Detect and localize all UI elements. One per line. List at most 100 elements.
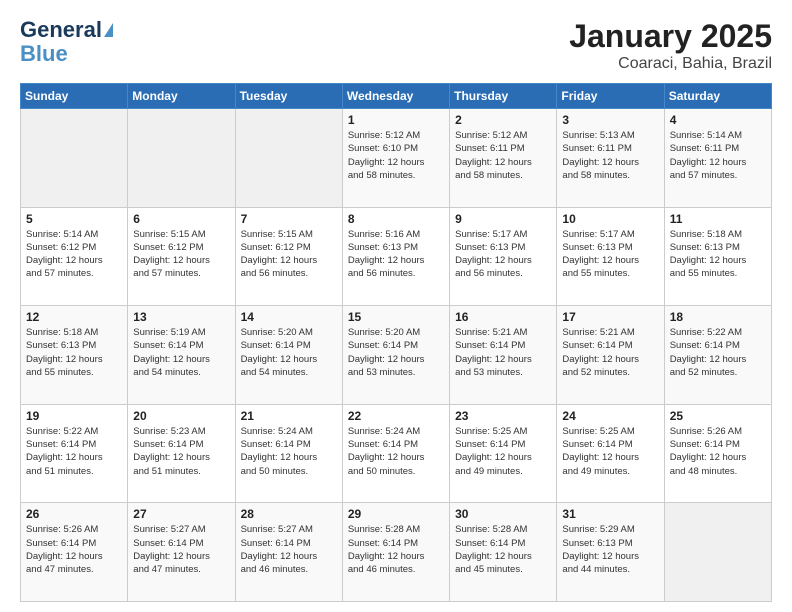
day-info: Sunrise: 5:18 AMSunset: 6:13 PMDaylight:…: [670, 228, 767, 281]
day-number: 29: [348, 507, 445, 521]
header: General Blue January 2025 Coaraci, Bahia…: [20, 18, 772, 73]
table-row: 1Sunrise: 5:12 AMSunset: 6:10 PMDaylight…: [342, 109, 449, 208]
table-row: 9 Sunrise: 5:17 AMSunset: 6:13 PMDaylight…: [450, 207, 557, 306]
day-info: Sunrise: 5:27 AMSunset: 6:14 PMDaylight:…: [133, 523, 230, 576]
day-number: 16: [455, 310, 552, 324]
day-number: 8: [348, 212, 445, 226]
day-info: Sunrise: 5:27 AMSunset: 6:14 PMDaylight:…: [241, 523, 338, 576]
calendar-subtitle: Coaraci, Bahia, Brazil: [569, 55, 772, 73]
table-row: 19Sunrise: 5:22 AMSunset: 6:14 PMDayligh…: [21, 404, 128, 503]
day-number: 6: [133, 212, 230, 226]
table-row: 11 Sunrise: 5:18 AMSunset: 6:13 PMDayligh…: [664, 207, 771, 306]
day-info: Sunrise: 5:25 AMSunset: 6:14 PMDaylight:…: [562, 425, 659, 478]
day-number: 3: [562, 113, 659, 127]
day-info: Sunrise: 5:21 AMSunset: 6:14 PMDaylight:…: [562, 326, 659, 379]
page: General Blue January 2025 Coaraci, Bahia…: [0, 0, 792, 612]
day-number: 28: [241, 507, 338, 521]
header-sunday: Sunday: [21, 84, 128, 109]
table-row: 17 Sunrise: 5:21 AMSunset: 6:14 PMDayligh…: [557, 306, 664, 405]
logo-triangle-icon: [104, 23, 113, 37]
day-info: Sunrise: 5:23 AMSunset: 6:14 PMDaylight:…: [133, 425, 230, 478]
table-row: 30Sunrise: 5:28 AMSunset: 6:14 PMDayligh…: [450, 503, 557, 602]
day-number: 14: [241, 310, 338, 324]
calendar-title: January 2025: [569, 18, 772, 55]
day-number: 11: [670, 212, 767, 226]
day-info: Sunrise: 5:24 AMSunset: 6:14 PMDaylight:…: [348, 425, 445, 478]
day-number: 23: [455, 409, 552, 423]
day-number: 25: [670, 409, 767, 423]
table-row: [21, 109, 128, 208]
table-row: 23 Sunrise: 5:25 AMSunset: 6:14 PMDayligh…: [450, 404, 557, 503]
table-row: 18 Sunrise: 5:22 AMSunset: 6:14 PMDayligh…: [664, 306, 771, 405]
week-row-3: 19Sunrise: 5:22 AMSunset: 6:14 PMDayligh…: [21, 404, 772, 503]
header-saturday: Saturday: [664, 84, 771, 109]
day-number: 4: [670, 113, 767, 127]
table-row: 2 Sunrise: 5:12 AMSunset: 6:11 PMDaylight…: [450, 109, 557, 208]
table-row: 6 Sunrise: 5:15 AMSunset: 6:12 PMDaylight…: [128, 207, 235, 306]
table-row: 13Sunrise: 5:19 AMSunset: 6:14 PMDayligh…: [128, 306, 235, 405]
day-info: Sunrise: 5:18 AMSunset: 6:13 PMDaylight:…: [26, 326, 123, 379]
day-info: Sunrise: 5:16 AMSunset: 6:13 PMDaylight:…: [348, 228, 445, 281]
table-row: 28 Sunrise: 5:27 AMSunset: 6:14 PMDayligh…: [235, 503, 342, 602]
header-monday: Monday: [128, 84, 235, 109]
table-row: 12 Sunrise: 5:18 AMSunset: 6:13 PMDayligh…: [21, 306, 128, 405]
day-info: Sunrise: 5:21 AMSunset: 6:14 PMDaylight:…: [455, 326, 552, 379]
header-thursday: Thursday: [450, 84, 557, 109]
day-info: Sunrise: 5:17 AMSunset: 6:13 PMDaylight:…: [455, 228, 552, 281]
table-row: 24 Sunrise: 5:25 AMSunset: 6:14 PMDayligh…: [557, 404, 664, 503]
table-row: 16 Sunrise: 5:21 AMSunset: 6:14 PMDayligh…: [450, 306, 557, 405]
table-row: 22 Sunrise: 5:24 AMSunset: 6:14 PMDayligh…: [342, 404, 449, 503]
day-info: Sunrise: 5:13 AMSunset: 6:11 PMDaylight:…: [562, 129, 659, 182]
day-info: Sunrise: 5:26 AMSunset: 6:14 PMDaylight:…: [670, 425, 767, 478]
day-info: Sunrise: 5:25 AMSunset: 6:14 PMDaylight:…: [455, 425, 552, 478]
table-row: [128, 109, 235, 208]
day-number: 24: [562, 409, 659, 423]
table-row: [664, 503, 771, 602]
title-block: January 2025 Coaraci, Bahia, Brazil: [569, 18, 772, 73]
day-number: 26: [26, 507, 123, 521]
day-info: Sunrise: 5:14 AMSunset: 6:12 PMDaylight:…: [26, 228, 123, 281]
day-info: Sunrise: 5:29 AMSunset: 6:13 PMDaylight:…: [562, 523, 659, 576]
day-info: Sunrise: 5:15 AMSunset: 6:12 PMDaylight:…: [133, 228, 230, 281]
day-number: 2: [455, 113, 552, 127]
day-number: 7: [241, 212, 338, 226]
day-info: Sunrise: 5:14 AMSunset: 6:11 PMDaylight:…: [670, 129, 767, 182]
day-info: Sunrise: 5:22 AMSunset: 6:14 PMDaylight:…: [26, 425, 123, 478]
day-number: 17: [562, 310, 659, 324]
table-row: 25 Sunrise: 5:26 AMSunset: 6:14 PMDayligh…: [664, 404, 771, 503]
day-info: Sunrise: 5:20 AMSunset: 6:14 PMDaylight:…: [348, 326, 445, 379]
logo-text-blue: Blue: [20, 42, 68, 66]
calendar-table: Sunday Monday Tuesday Wednesday Thursday…: [20, 83, 772, 602]
table-row: 8 Sunrise: 5:16 AMSunset: 6:13 PMDaylight…: [342, 207, 449, 306]
day-info: Sunrise: 5:19 AMSunset: 6:14 PMDaylight:…: [133, 326, 230, 379]
table-row: 27Sunrise: 5:27 AMSunset: 6:14 PMDayligh…: [128, 503, 235, 602]
week-row-1: 5Sunrise: 5:14 AMSunset: 6:12 PMDaylight…: [21, 207, 772, 306]
day-number: 21: [241, 409, 338, 423]
table-row: [235, 109, 342, 208]
day-info: Sunrise: 5:22 AMSunset: 6:14 PMDaylight:…: [670, 326, 767, 379]
day-number: 12: [26, 310, 123, 324]
day-number: 18: [670, 310, 767, 324]
day-number: 31: [562, 507, 659, 521]
day-info: Sunrise: 5:12 AMSunset: 6:11 PMDaylight:…: [455, 129, 552, 182]
day-number: 9: [455, 212, 552, 226]
header-tuesday: Tuesday: [235, 84, 342, 109]
day-info: Sunrise: 5:20 AMSunset: 6:14 PMDaylight:…: [241, 326, 338, 379]
day-info: Sunrise: 5:26 AMSunset: 6:14 PMDaylight:…: [26, 523, 123, 576]
week-row-0: 1Sunrise: 5:12 AMSunset: 6:10 PMDaylight…: [21, 109, 772, 208]
table-row: 15 Sunrise: 5:20 AMSunset: 6:14 PMDayligh…: [342, 306, 449, 405]
day-number: 20: [133, 409, 230, 423]
day-info: Sunrise: 5:24 AMSunset: 6:14 PMDaylight:…: [241, 425, 338, 478]
day-info: Sunrise: 5:17 AMSunset: 6:13 PMDaylight:…: [562, 228, 659, 281]
calendar-header-row: Sunday Monday Tuesday Wednesday Thursday…: [21, 84, 772, 109]
day-info: Sunrise: 5:15 AMSunset: 6:12 PMDaylight:…: [241, 228, 338, 281]
day-number: 15: [348, 310, 445, 324]
table-row: 26 Sunrise: 5:26 AMSunset: 6:14 PMDayligh…: [21, 503, 128, 602]
table-row: 10Sunrise: 5:17 AMSunset: 6:13 PMDayligh…: [557, 207, 664, 306]
table-row: 14 Sunrise: 5:20 AMSunset: 6:14 PMDayligh…: [235, 306, 342, 405]
table-row: 31 Sunrise: 5:29 AMSunset: 6:13 PMDayligh…: [557, 503, 664, 602]
day-info: Sunrise: 5:28 AMSunset: 6:14 PMDaylight:…: [455, 523, 552, 576]
table-row: 29 Sunrise: 5:28 AMSunset: 6:14 PMDayligh…: [342, 503, 449, 602]
day-info: Sunrise: 5:28 AMSunset: 6:14 PMDaylight:…: [348, 523, 445, 576]
day-number: 22: [348, 409, 445, 423]
